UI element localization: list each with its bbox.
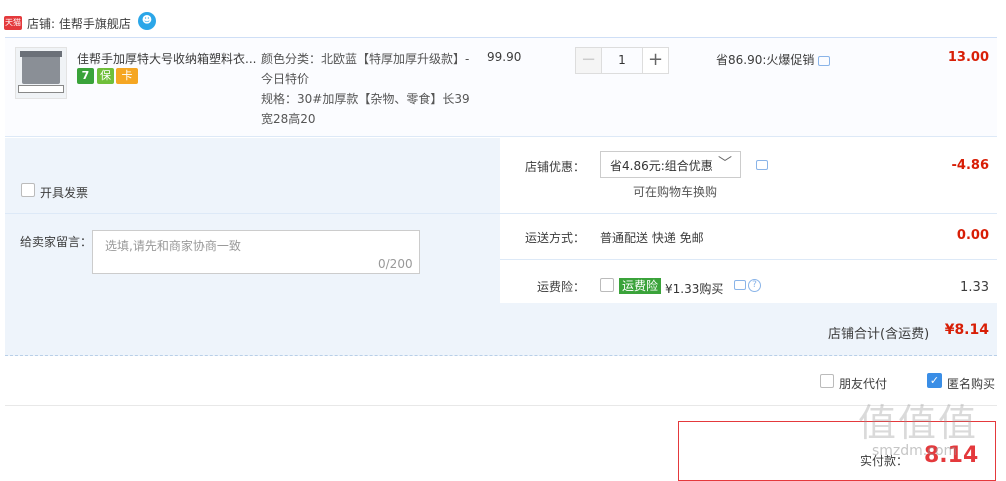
friend-pay-checkbox[interactable]: [820, 374, 834, 388]
anonymous-checkbox[interactable]: ✓: [927, 373, 942, 388]
divider: [500, 213, 997, 214]
sku-color: 颜色分类：北欧蓝【特厚加厚升级款】-今日特价: [261, 52, 470, 86]
comment-icon[interactable]: [818, 56, 830, 66]
promo-amount: -4.86: [951, 158, 989, 173]
product-thumbnail[interactable]: [15, 47, 67, 99]
watermark: 值值值: [858, 401, 979, 445]
shop-total-value: ¥8.14: [944, 322, 989, 338]
shipping-label: 运送方式：: [525, 231, 586, 245]
memo-placeholder: 选填,请先和商家协商一致: [105, 239, 241, 253]
shop-name[interactable]: 店铺: 佳帮手旗舰店: [27, 15, 131, 32]
sku-spec: 规格：30#加厚款【杂物、零食】长39宽28高20: [261, 92, 470, 126]
card-payment-icon: 卡: [116, 68, 138, 84]
divider: [500, 259, 997, 260]
quantity-input[interactable]: 1: [602, 47, 642, 74]
increase-button[interactable]: +: [642, 47, 669, 74]
promo-saving: 省86.90:火爆促销: [716, 53, 815, 67]
sku-info: 颜色分类：北欧蓝【特厚加厚升级款】-今日特价 规格：30#加厚款【杂物、零食】长…: [261, 49, 481, 129]
chevron-down-icon[interactable]: ﹀: [718, 153, 732, 173]
wangwang-chat-icon[interactable]: ☻: [138, 12, 156, 30]
insurance-tag: 运费险: [619, 278, 662, 294]
promo-sub-text: 可在购物车换购: [633, 185, 718, 199]
insurance-checkbox[interactable]: [600, 278, 614, 292]
decrease-button[interactable]: −: [575, 47, 602, 74]
promo-label: 店铺优惠：: [525, 160, 586, 174]
help-icon[interactable]: ?: [748, 279, 761, 292]
tmall-badge: 天猫: [4, 16, 22, 30]
memo-char-count: 0/200: [378, 257, 413, 271]
unit-price: 99.90: [487, 50, 522, 64]
shop-total-label: 店铺合计(含运费): [828, 327, 930, 342]
invoice-label[interactable]: 开具发票: [40, 184, 88, 201]
watermark-url: smzdm.com: [872, 443, 958, 459]
comment-icon[interactable]: [756, 160, 768, 170]
insurance-label: 运费险：: [537, 280, 586, 294]
insurance-price: ¥1.33购买: [665, 282, 724, 296]
divider: [5, 213, 500, 214]
invoice-checkbox[interactable]: [21, 183, 35, 197]
shipping-amount: 0.00: [956, 228, 989, 243]
quantity-stepper: − 1 +: [575, 47, 669, 74]
shipping-value: 普通配送 快递 免邮: [600, 231, 704, 245]
guarantee-icon: 保: [97, 68, 114, 84]
seven-day-return-icon: 7: [77, 68, 94, 84]
divider: [5, 405, 997, 406]
memo-label: 给卖家留言：: [20, 235, 93, 249]
comment-icon[interactable]: [734, 280, 746, 290]
promo-selected[interactable]: 省4.86元:组合优惠: [610, 157, 713, 174]
product-title[interactable]: 佳帮手加厚特大号收纳箱塑料衣...: [77, 50, 257, 67]
insurance-amount: 1.33: [960, 280, 989, 295]
anonymous-label[interactable]: 匿名购买: [947, 375, 995, 392]
friend-pay-label[interactable]: 朋友代付: [839, 375, 887, 392]
item-subtotal: 13.00: [947, 50, 989, 65]
